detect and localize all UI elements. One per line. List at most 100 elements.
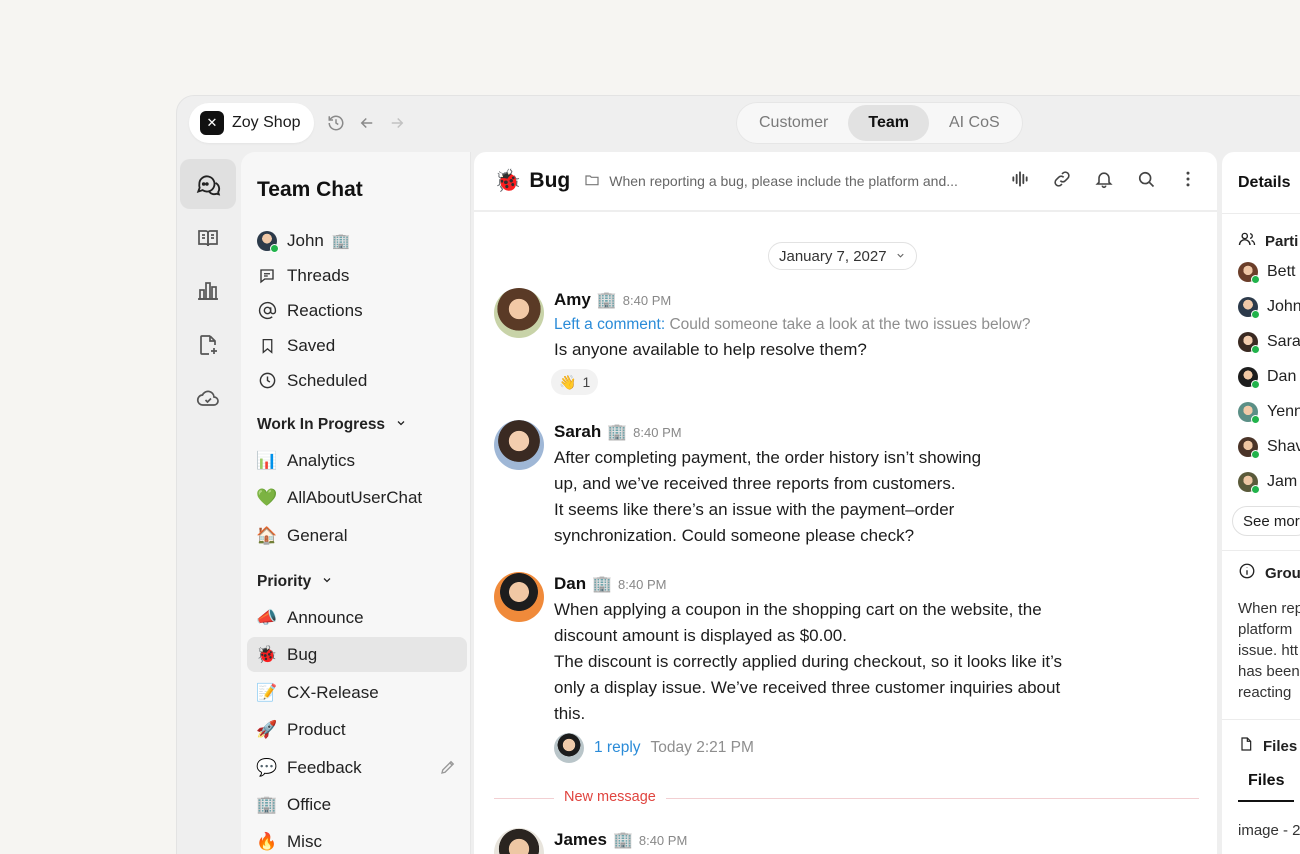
participant-row[interactable]: Bett (1238, 262, 1296, 284)
history-icon[interactable] (325, 112, 347, 134)
group-label: Grou (1265, 564, 1300, 582)
search-icon[interactable] (1135, 168, 1157, 190)
tab-customer[interactable]: Customer (739, 105, 848, 141)
sidebar-item-office[interactable]: 🏢 Office (247, 787, 467, 822)
participant-row[interactable]: Shav (1238, 437, 1300, 459)
book-icon[interactable] (180, 213, 236, 263)
sidebar-item-general[interactable]: 🏠 General (247, 518, 467, 553)
channel-sidebar: Team Chat John 🏢 Threads Reactions Saved… (241, 152, 471, 854)
files-label: Files (1263, 737, 1298, 755)
message-author[interactable]: Sarah (554, 422, 601, 442)
participant-row[interactable]: John (1238, 297, 1300, 319)
huddle-audio-icon[interactable] (1009, 168, 1031, 190)
date-divider[interactable]: January 7, 2027 (768, 242, 917, 270)
sidebar-item-allaboutuserchat[interactable]: 💚 AllAboutUserChat (247, 480, 467, 515)
sidebar-item-john[interactable]: John 🏢 (247, 223, 467, 258)
sidebar-item-label: Bug (287, 644, 318, 664)
group-info-header[interactable]: Grou (1238, 562, 1300, 584)
reaction-chip[interactable]: 👋 1 (551, 369, 599, 395)
participants-header[interactable]: Parti (1238, 230, 1298, 252)
sidebar-item-label: Product (287, 719, 346, 739)
reply-count-link[interactable]: 1 reply (594, 739, 641, 757)
more-vertical-icon[interactable] (1177, 168, 1199, 190)
participant-row[interactable]: Dan (1238, 367, 1297, 389)
sidebar-item-feedback[interactable]: 💬 Feedback (247, 750, 467, 785)
sidebar-item-scheduled[interactable]: Scheduled (247, 363, 467, 398)
pencil-icon[interactable] (439, 758, 457, 781)
ladybug-icon: 🐞 (256, 644, 278, 664)
participant-row[interactable]: Jam (1238, 472, 1297, 494)
sidebar-item-label: Reactions (287, 300, 363, 320)
avatar (1238, 437, 1260, 459)
participant-row[interactable]: Sara (1238, 332, 1300, 354)
sidebar-item-label: AllAboutUserChat (287, 487, 423, 507)
sidebar-item-saved[interactable]: Saved (247, 328, 467, 363)
tab-team[interactable]: Team (848, 105, 929, 141)
group-description: When rep platform issue. htt has been re… (1238, 598, 1300, 703)
description-line: has been (1238, 663, 1300, 680)
bell-icon[interactable] (1093, 168, 1115, 190)
section-label: Priority (257, 573, 312, 590)
thread-summary[interactable]: 1 reply Today 2:21 PM (554, 733, 1157, 763)
cloud-check-icon[interactable] (180, 374, 236, 424)
participant-row[interactable]: Yenn (1238, 402, 1300, 424)
sidebar-item-bug[interactable]: 🐞 Bug (247, 637, 467, 672)
message-time: 8:40 PM (618, 576, 667, 592)
avatar[interactable] (494, 828, 544, 854)
building-icon: 🏢 (331, 232, 351, 250)
channel-description[interactable]: When reporting a bug, please include the… (584, 172, 958, 191)
sidebar-item-product[interactable]: 🚀 Product (247, 712, 467, 747)
avatar[interactable] (494, 572, 544, 622)
sidebar-item-label: Analytics (287, 450, 356, 470)
sidebar-item-announce[interactable]: 📣 Announce (247, 600, 467, 635)
workspace-switcher[interactable]: ✕ Zoy Shop (189, 103, 315, 143)
zoy-logo-icon: ✕ (200, 111, 224, 135)
see-more-button[interactable]: See mor (1232, 506, 1300, 536)
mode-tabs: Customer Team AI CoS (736, 102, 1023, 144)
header-toolbar (1009, 168, 1199, 190)
message-text: up, and we’ve received three reports fro… (554, 474, 956, 493)
files-header[interactable]: Files (1238, 735, 1297, 757)
sidebar-item-label: Misc (287, 831, 322, 851)
speech-bubble-icon: 💬 (256, 757, 278, 777)
sidebar-item-label: Announce (287, 607, 364, 627)
folder-icon (584, 172, 600, 191)
comment-reference[interactable]: Left a comment: Could someone take a loo… (554, 312, 1157, 337)
avatar[interactable] (494, 288, 544, 338)
message-author[interactable]: Amy (554, 290, 591, 310)
date-label: January 7, 2027 (779, 247, 887, 265)
back-arrow-icon[interactable] (356, 112, 378, 134)
sidebar-item-cx-release[interactable]: 📝 CX-Release (247, 675, 467, 710)
bar-chart-icon[interactable] (180, 266, 236, 316)
chat-bubbles-icon[interactable] (180, 159, 236, 209)
building-icon: 🏢 (607, 424, 628, 441)
comment-label: Left a comment: (554, 316, 666, 333)
message-text: After completing payment, the order hist… (554, 448, 982, 467)
file-item[interactable]: image - 2 (1238, 822, 1300, 839)
sidebar-item-label: Office (287, 794, 332, 814)
section-priority[interactable]: Priority (257, 573, 333, 591)
sidebar-item-reactions[interactable]: Reactions (247, 293, 467, 328)
tab-files[interactable]: Files (1238, 772, 1295, 802)
avatar (257, 230, 279, 253)
participant-name: Bett (1267, 263, 1296, 280)
link-icon[interactable] (1051, 168, 1073, 190)
message-author[interactable]: Dan (554, 574, 586, 594)
info-icon (1238, 562, 1256, 584)
section-label: Work In Progress (257, 416, 386, 433)
icon-rail (177, 152, 241, 854)
message-author[interactable]: James (554, 830, 607, 850)
sidebar-item-analytics[interactable]: 📊 Analytics (247, 443, 467, 478)
avatar (1238, 297, 1260, 319)
description-line: platform (1238, 621, 1293, 638)
sidebar-item-misc[interactable]: 🔥 Misc (247, 824, 467, 854)
reply-time: Today 2:21 PM (650, 739, 754, 756)
tab-ai-cos[interactable]: AI CoS (929, 105, 1020, 141)
forward-arrow-icon[interactable] (386, 112, 408, 134)
message-text: synchronization. Could someone please ch… (554, 526, 915, 545)
document-plus-icon[interactable] (180, 320, 236, 370)
avatar[interactable] (494, 420, 544, 470)
sidebar-item-threads[interactable]: Threads (247, 258, 467, 293)
section-work-in-progress[interactable]: Work In Progress (257, 416, 407, 434)
participant-name: Dan (1267, 368, 1297, 385)
